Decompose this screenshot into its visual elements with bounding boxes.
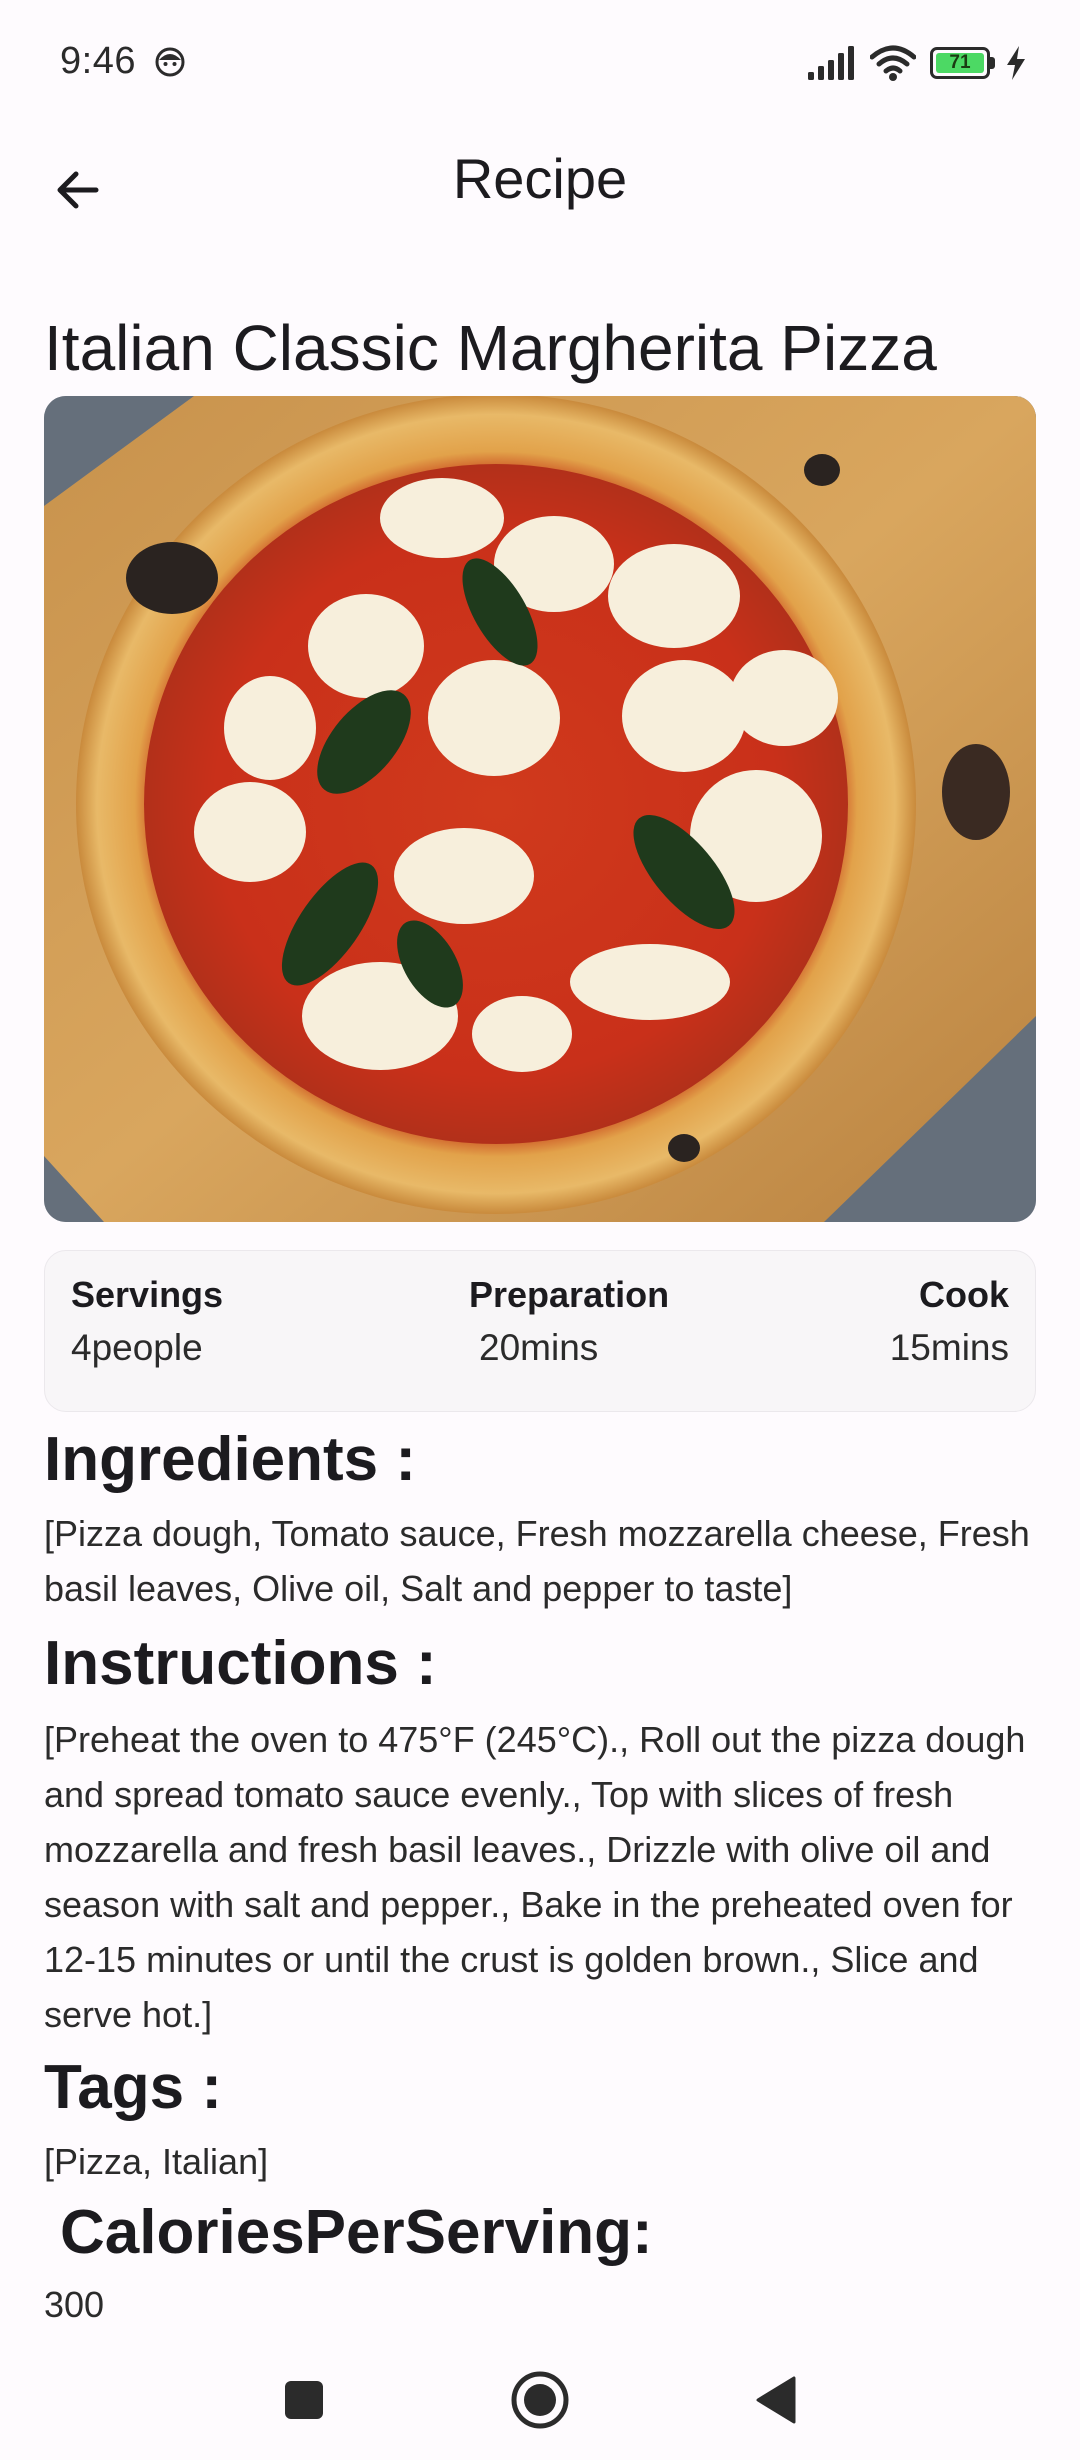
recents-square-icon (285, 2381, 323, 2419)
status-time: 9:46 (60, 40, 136, 82)
battery-level: 71 (936, 52, 984, 73)
wifi-icon (870, 45, 916, 81)
app-bar: Recipe (0, 128, 1080, 232)
tags-text: [Pizza, Italian] (44, 2141, 269, 2182)
ingredients-text: [Pizza dough, Tomato sauce, Fresh mozzar… (44, 1513, 1030, 1609)
tags-heading: Tags : (44, 2053, 222, 2122)
system-back-button[interactable] (740, 2364, 812, 2436)
preparation-label: Preparation (469, 1274, 670, 1315)
calories-value: 300 (44, 2284, 105, 2325)
preparation-info: Preparation 20mins (469, 1271, 669, 1377)
system-nav-bar (0, 2340, 1080, 2460)
recipe-title: Italian Classic Margherita Pizza (44, 312, 937, 384)
instructions-text: [Preheat the oven to 475°F (245°C)., Rol… (44, 1719, 1026, 2035)
cook-label: Cook (919, 1274, 1009, 1315)
recents-button[interactable] (268, 2364, 340, 2436)
home-button[interactable] (504, 2364, 576, 2436)
cook-value: 15mins (889, 1327, 1009, 1368)
page-title: Recipe (452, 147, 628, 210)
home-circle-icon (511, 2371, 569, 2429)
recipe-info-card: Servings 4people Preparation 20mins Cook… (44, 1250, 1036, 1412)
instructions-heading: Instructions : (44, 1629, 437, 1698)
charging-bolt-icon (1007, 46, 1025, 80)
battery-icon: 71 (930, 47, 996, 79)
servings-label: Servings (71, 1274, 224, 1315)
pizza-photo (44, 396, 1036, 1222)
recipe-screen: 9:46 71 Recipe Italian Classic Margherit… (0, 0, 1080, 2460)
recipe-content: Italian Classic Margherita Pizza Serving… (44, 300, 1036, 2332)
back-triangle-icon (756, 2376, 796, 2424)
ingredients-heading: Ingredients : (44, 1425, 417, 1494)
signal-icon (808, 46, 854, 80)
preparation-value: 20mins (479, 1327, 599, 1368)
calories-heading: CaloriesPerServing: (60, 2198, 653, 2267)
cook-info: Cook 15mins (890, 1271, 1009, 1377)
face-notification-icon (155, 47, 185, 77)
servings-value: 4people (71, 1327, 203, 1368)
servings-info: Servings 4people (71, 1271, 223, 1377)
status-bar: 9:46 71 (0, 0, 1080, 128)
recipe-image (44, 396, 1036, 1222)
